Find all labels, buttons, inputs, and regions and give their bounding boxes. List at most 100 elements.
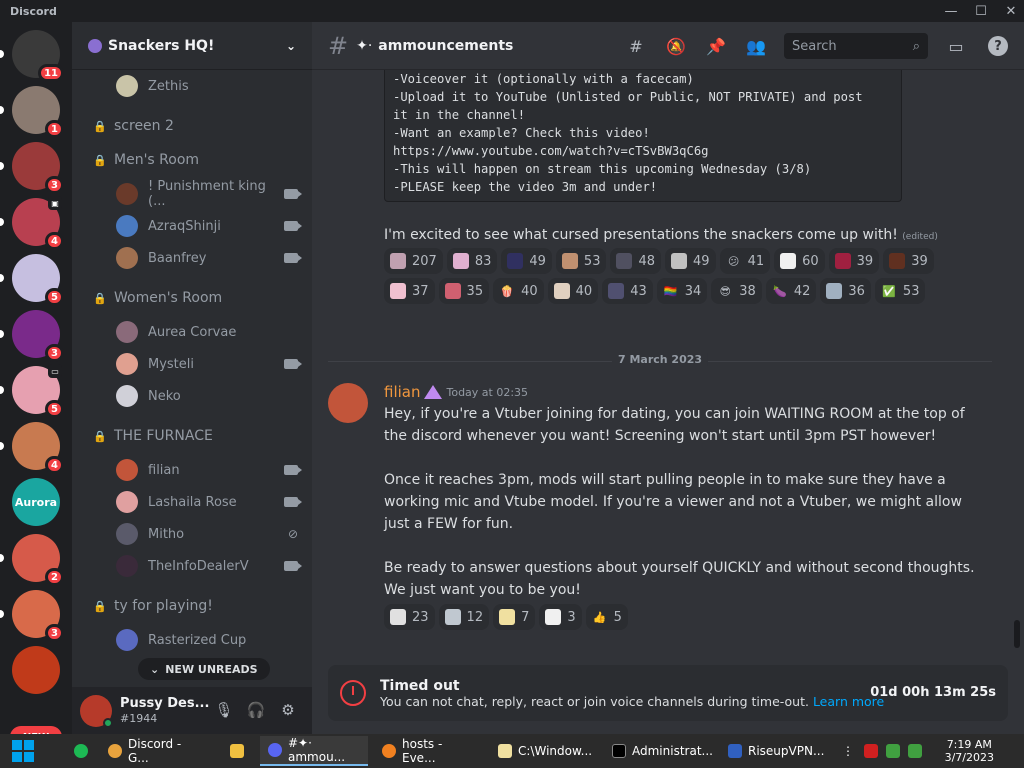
code-line: it in the channel! bbox=[393, 108, 526, 122]
unread-pill bbox=[0, 610, 4, 618]
server-icon[interactable]: 2 bbox=[12, 534, 64, 586]
taskbar-event-viewer[interactable]: hosts - Eve... bbox=[374, 736, 484, 766]
voice-member[interactable]: Neko bbox=[116, 382, 298, 410]
reaction[interactable]: 🍆 42 bbox=[765, 278, 817, 304]
taskbar-cmd[interactable]: Administrat... bbox=[604, 736, 714, 766]
reaction[interactable]: 60 bbox=[774, 248, 825, 274]
voice-member[interactable]: Mitho ⊘ bbox=[116, 520, 298, 548]
voice-member[interactable]: Baanfrey bbox=[116, 244, 302, 272]
scrollbar[interactable] bbox=[1014, 620, 1020, 648]
reaction[interactable]: 53 bbox=[555, 248, 607, 274]
close-icon[interactable]: ✕ bbox=[996, 0, 1024, 22]
code-block: -Voiceover it (optionally with a facecam… bbox=[384, 70, 902, 202]
inbox-icon[interactable]: ▭ bbox=[944, 34, 968, 58]
voice-member[interactable]: ! Punishment king (... bbox=[116, 179, 302, 209]
minimize-icon[interactable]: — bbox=[936, 0, 966, 22]
notification-bell-muted-icon[interactable]: 🔕 bbox=[664, 34, 688, 58]
reaction[interactable]: 83 bbox=[446, 248, 498, 274]
pin-icon[interactable]: 📌 bbox=[704, 34, 728, 58]
author-name[interactable]: filian bbox=[384, 383, 420, 401]
maximize-icon[interactable]: ☐ bbox=[966, 0, 996, 22]
reaction-count: 23 bbox=[412, 609, 429, 625]
threads-icon[interactable]: # bbox=[624, 34, 648, 58]
reaction[interactable]: 207 bbox=[384, 248, 443, 274]
voice-channel[interactable]: 🔒 Men's Room bbox=[80, 146, 304, 174]
taskbar-discord[interactable]: #✦· ammou... bbox=[260, 736, 368, 766]
server-icon[interactable] bbox=[12, 646, 60, 694]
server-icon[interactable]: ▭ 5 bbox=[12, 364, 64, 418]
voice-member[interactable]: Aurea Corvae bbox=[116, 318, 298, 346]
reaction[interactable]: 40 bbox=[547, 278, 599, 304]
chevron-down-icon: ⌄ bbox=[285, 38, 296, 53]
server-icon[interactable]: 3 bbox=[12, 142, 64, 194]
microphone-icon[interactable]: 🎙 bbox=[213, 699, 235, 721]
reaction[interactable]: 🏳️‍🌈 34 bbox=[656, 278, 708, 304]
server-icon[interactable]: 4 bbox=[12, 422, 64, 474]
reaction[interactable]: 🍿 40 bbox=[493, 278, 544, 304]
gear-icon[interactable]: ⚙ bbox=[277, 699, 299, 721]
reaction[interactable]: 36 bbox=[820, 278, 871, 304]
reaction[interactable]: 12 bbox=[438, 604, 490, 630]
taskbar-riseupvpn[interactable]: RiseupVPN... bbox=[720, 736, 828, 766]
mention-badge: 3 bbox=[45, 176, 64, 194]
reaction-count: 3 bbox=[567, 609, 576, 625]
voice-member[interactable]: Lashaila Rose bbox=[116, 488, 302, 516]
reaction[interactable]: 43 bbox=[602, 278, 653, 304]
windows-start-icon[interactable] bbox=[12, 740, 34, 762]
emoji-icon bbox=[499, 609, 516, 625]
reaction[interactable]: 😎 38 bbox=[711, 278, 762, 304]
server-icon[interactable]: 1 bbox=[12, 86, 64, 138]
voice-channel[interactable]: 🔒 ty for playing! bbox=[80, 592, 304, 620]
headphones-icon[interactable]: 🎧 bbox=[245, 699, 267, 721]
user-panel: Pussy Des... #1944 🎙 🎧 ⚙ bbox=[72, 687, 312, 734]
new-unreads-button[interactable]: ⌄ NEW UNREADS bbox=[138, 658, 270, 680]
avatar bbox=[116, 183, 138, 205]
reaction[interactable]: 39 bbox=[883, 248, 934, 274]
server-icon[interactable]: 5 bbox=[12, 254, 64, 306]
reaction[interactable]: 48 bbox=[610, 248, 662, 274]
reaction[interactable]: 37 bbox=[384, 278, 435, 304]
system-clock[interactable]: 7:19 AM 3/7/2023 bbox=[945, 738, 994, 764]
server-icon[interactable]: ▣ 4 bbox=[12, 196, 64, 250]
voice-channel[interactable]: 🔒 THE FURNACE bbox=[80, 422, 304, 450]
reaction[interactable]: 😕 41 bbox=[719, 248, 771, 274]
voice-member[interactable]: Rasterized Cup bbox=[116, 626, 298, 654]
server-icon[interactable]: 3 bbox=[12, 590, 64, 642]
reaction[interactable]: 49 bbox=[665, 248, 716, 274]
server-header[interactable]: Snackers HQ! ⌄ bbox=[72, 22, 312, 70]
taskbar-notepad[interactable]: C:\Window... bbox=[490, 736, 598, 766]
taskbar-chrome[interactable]: Discord - G... bbox=[100, 736, 210, 766]
voice-channel[interactable]: 🔒 screen 2 bbox=[80, 112, 304, 140]
reaction[interactable]: ✅ 53 bbox=[874, 278, 926, 304]
help-icon[interactable]: ? bbox=[988, 36, 1008, 56]
emoji-icon bbox=[561, 253, 578, 269]
voice-member[interactable]: TheInfoDealerV bbox=[116, 552, 302, 580]
camera-icon bbox=[284, 465, 302, 475]
voice-member[interactable]: AzraqShinji bbox=[116, 212, 302, 240]
reaction[interactable]: 👍 5 bbox=[585, 604, 628, 630]
reaction[interactable]: 23 bbox=[384, 604, 435, 630]
emoji-icon bbox=[616, 253, 633, 269]
avatar[interactable] bbox=[328, 383, 368, 423]
member-list-icon[interactable]: 👥 bbox=[744, 34, 768, 58]
message-text: I'm excited to see what cursed presentat… bbox=[384, 224, 938, 248]
reaction[interactable]: 7 bbox=[493, 604, 536, 630]
search-input[interactable]: Search ⌕ bbox=[784, 33, 928, 59]
file-explorer-icon[interactable] bbox=[222, 736, 258, 766]
voice-member[interactable]: Mysteli bbox=[116, 350, 302, 378]
voice-channel[interactable]: 🔒 Women's Room bbox=[80, 284, 304, 312]
voice-member[interactable]: Zethis bbox=[116, 72, 298, 100]
server-icon[interactable]: 11 bbox=[12, 30, 64, 82]
reaction[interactable]: 3 bbox=[539, 604, 582, 630]
emoji-icon bbox=[444, 283, 461, 299]
server-icon[interactable]: 3 bbox=[12, 310, 64, 362]
voice-member[interactable]: filian bbox=[116, 456, 302, 484]
emoji-icon bbox=[390, 609, 406, 625]
reaction[interactable]: 49 bbox=[501, 248, 552, 274]
volume-icon[interactable] bbox=[900, 736, 936, 766]
server-icon-aurora[interactable]: Aurora bbox=[12, 478, 60, 526]
spotify-icon[interactable] bbox=[66, 736, 102, 766]
avatar[interactable] bbox=[80, 694, 113, 728]
reaction[interactable]: 35 bbox=[438, 278, 490, 304]
reaction[interactable]: 39 bbox=[828, 248, 880, 274]
